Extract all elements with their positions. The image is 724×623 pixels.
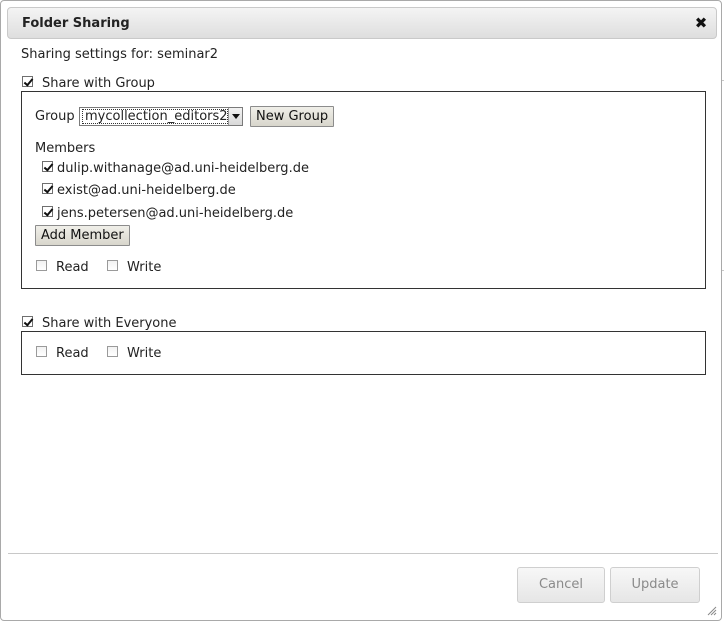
dialog-titlebar[interactable]: Folder Sharing ✖ xyxy=(7,7,717,39)
share-with-everyone-label: Share with Everyone xyxy=(42,316,177,331)
member-email: dulip.withanage@ad.uni-heidelberg.de xyxy=(57,161,309,176)
group-write-label: Write xyxy=(127,260,162,275)
share-with-group-checkbox[interactable] xyxy=(22,76,33,87)
group-read-label: Read xyxy=(56,260,89,275)
new-group-button[interactable]: New Group xyxy=(250,106,335,127)
dialog-title: Folder Sharing xyxy=(22,16,130,31)
members-label: Members xyxy=(35,141,96,156)
everyone-sharing-box xyxy=(21,331,706,375)
everyone-write-label: Write xyxy=(127,346,162,361)
member-email: jens.petersen@ad.uni-heidelberg.de xyxy=(57,206,294,221)
share-with-group-label: Share with Group xyxy=(42,76,155,91)
group-write-checkbox[interactable] xyxy=(107,260,118,271)
group-select[interactable]: mycollection_editors2 xyxy=(79,107,243,126)
add-member-button[interactable]: Add Member xyxy=(35,225,130,246)
member-checkbox[interactable] xyxy=(42,183,53,194)
group-label: Group xyxy=(35,109,75,124)
chevron-down-icon[interactable] xyxy=(228,108,242,125)
everyone-read-label: Read xyxy=(56,346,89,361)
member-email: exist@ad.uni-heidelberg.de xyxy=(57,183,236,198)
cancel-button[interactable]: Cancel xyxy=(517,567,605,603)
everyone-read-checkbox[interactable] xyxy=(36,346,47,357)
close-icon[interactable]: ✖ xyxy=(692,14,710,32)
member-checkbox[interactable] xyxy=(42,206,53,217)
sharing-settings-text: Sharing settings for: seminar2 xyxy=(21,47,219,62)
everyone-write-checkbox[interactable] xyxy=(107,346,118,357)
share-with-everyone-checkbox[interactable] xyxy=(22,316,33,327)
update-button[interactable]: Update xyxy=(610,567,700,603)
group-read-checkbox[interactable] xyxy=(36,260,47,271)
footer-divider xyxy=(8,553,718,554)
member-checkbox[interactable] xyxy=(42,161,53,172)
group-select-value: mycollection_editors2 xyxy=(82,109,228,124)
resize-grip-icon[interactable] xyxy=(707,606,717,616)
folder-sharing-dialog: Folder Sharing ✖ Sharing settings for: s… xyxy=(0,0,722,621)
